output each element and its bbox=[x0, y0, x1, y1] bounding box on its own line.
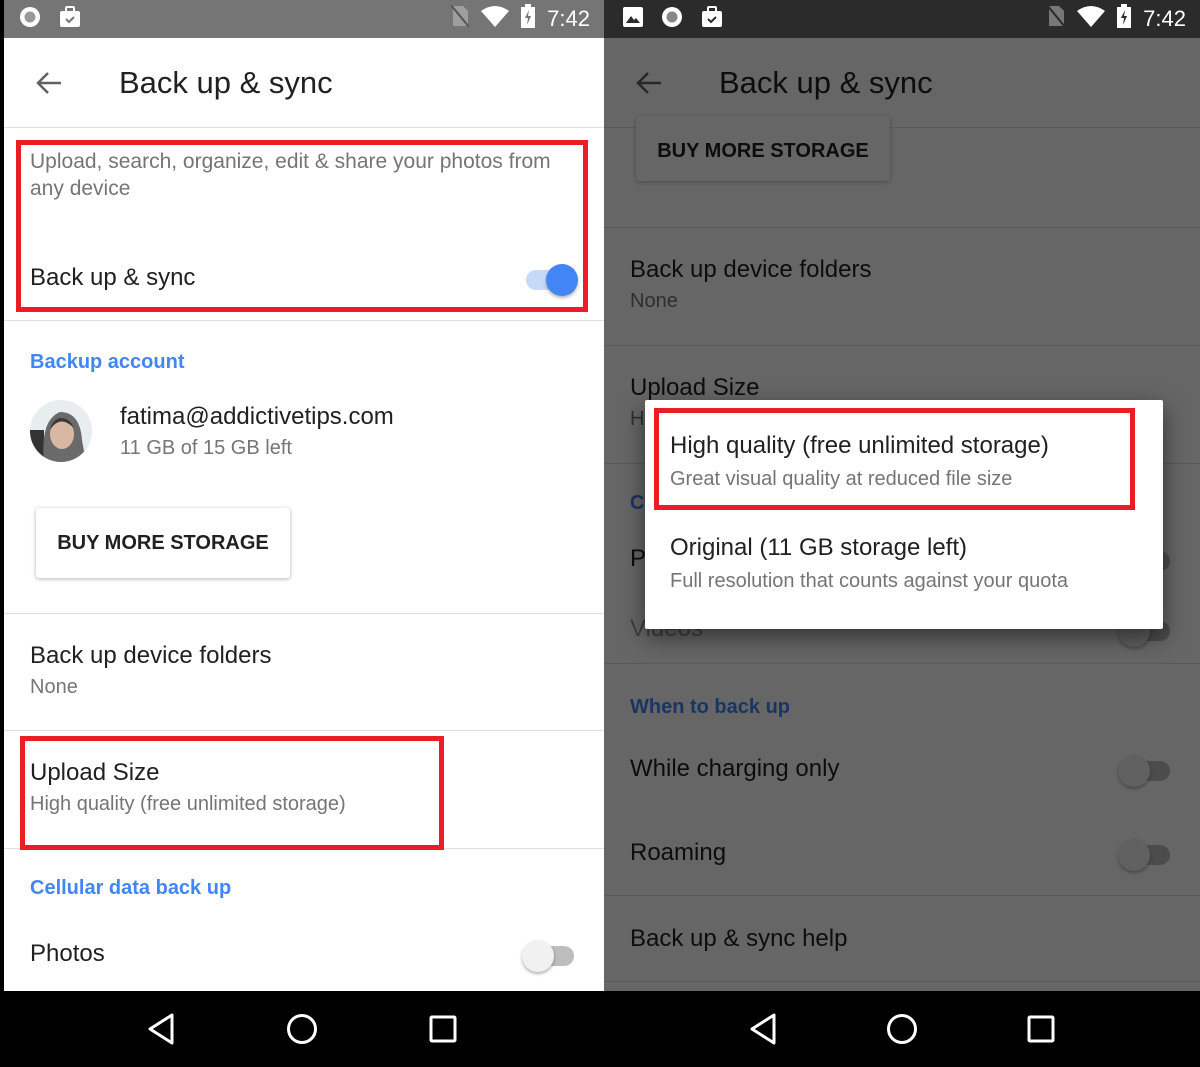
photos-label: Photos bbox=[30, 940, 105, 967]
toggle-thumb bbox=[1118, 754, 1150, 787]
no-sim-icon bbox=[450, 4, 470, 33]
page-title: Back up & sync bbox=[119, 64, 333, 100]
nav-recents-icon[interactable] bbox=[423, 1009, 463, 1049]
record-icon bbox=[660, 5, 684, 34]
account-email: fatima@addictivetips.com bbox=[120, 402, 394, 430]
clipboard-check-icon bbox=[700, 5, 724, 34]
status-bar: 7:42 bbox=[604, 0, 1200, 38]
upload-size-value: High quality (free unlimited storage) bbox=[30, 793, 346, 815]
backup-sync-label: Back up & sync bbox=[30, 264, 196, 291]
description-text: Upload, search, organize, edit & share y… bbox=[30, 150, 551, 200]
status-bar: 7:42 bbox=[4, 0, 604, 38]
roaming-toggle[interactable] bbox=[1118, 833, 1174, 873]
nav-recents-icon[interactable] bbox=[1021, 1009, 1061, 1049]
settings-page-scrolled: Back up & sync BUY MORE STORAGE Back up … bbox=[604, 38, 1200, 991]
cellular-section: Cellular data back up bbox=[4, 849, 604, 909]
page-title: Back up & sync bbox=[719, 64, 933, 100]
upload-size-label: Upload Size bbox=[30, 759, 160, 786]
backup-account-header: Backup account bbox=[30, 351, 185, 373]
account-row[interactable]: fatima@addictivetips.com 11 GB of 15 GB … bbox=[30, 400, 578, 462]
nav-back-icon[interactable] bbox=[141, 1009, 181, 1049]
option-original[interactable]: Original (11 GB storage left) Full resol… bbox=[670, 534, 1138, 593]
back-arrow-icon[interactable] bbox=[34, 68, 64, 98]
wifi-icon bbox=[1077, 5, 1106, 33]
option-subtitle: Great visual quality at reduced file siz… bbox=[670, 468, 1013, 490]
option-title: Original (11 GB storage left) bbox=[670, 534, 968, 561]
nav-back-icon[interactable] bbox=[743, 1009, 783, 1049]
buy-storage-section: BUY MORE STORAGE bbox=[604, 116, 1200, 228]
photos-row[interactable]: Photos bbox=[4, 909, 604, 991]
image-icon bbox=[622, 6, 644, 33]
left-screen: 7:42 Back up & sync Upload, search, orga… bbox=[4, 0, 604, 1067]
clipboard-check-icon bbox=[58, 5, 82, 34]
upload-size-dialog: High quality (free unlimited storage) Gr… bbox=[645, 400, 1163, 629]
buy-more-storage-button[interactable]: BUY MORE STORAGE bbox=[36, 508, 290, 578]
option-title: High quality (free unlimited storage) bbox=[670, 432, 1049, 459]
nav-bar bbox=[4, 991, 604, 1067]
photos-toggle[interactable] bbox=[522, 934, 578, 974]
backup-sync-row[interactable]: Back up & sync bbox=[30, 258, 578, 298]
toggle-thumb bbox=[546, 264, 578, 296]
wifi-icon bbox=[481, 5, 510, 33]
back-arrow-icon[interactable] bbox=[634, 68, 664, 98]
cellular-header: Cellular data back up bbox=[30, 877, 232, 899]
charging-only-label: While charging only bbox=[630, 754, 840, 782]
when-section: When to back up bbox=[604, 664, 1200, 726]
backup-account-section: Backup account fatima@addictivetips.com … bbox=[4, 321, 604, 614]
upload-size-label: Upload Size bbox=[630, 374, 760, 401]
app-toolbar: Back up & sync bbox=[604, 38, 1200, 128]
clock: 7:42 bbox=[1143, 6, 1186, 31]
record-icon bbox=[18, 5, 42, 34]
charging-only-row[interactable]: While charging only bbox=[604, 726, 1200, 811]
app-toolbar: Back up & sync bbox=[4, 38, 604, 128]
upload-size-row[interactable]: Upload Size High quality (free unlimited… bbox=[4, 731, 604, 849]
toggle-thumb bbox=[1118, 839, 1150, 871]
nav-bar bbox=[604, 991, 1200, 1067]
when-header: When to back up bbox=[630, 696, 790, 718]
help-row[interactable]: Back up & sync help bbox=[604, 896, 1200, 982]
device-folders-value: None bbox=[630, 290, 678, 312]
avatar bbox=[30, 400, 92, 462]
device-folders-row[interactable]: Back up device folders None bbox=[4, 614, 604, 731]
roaming-row[interactable]: Roaming bbox=[604, 811, 1200, 896]
no-sim-icon bbox=[1046, 4, 1066, 33]
option-high-quality[interactable]: High quality (free unlimited storage) Gr… bbox=[670, 432, 1138, 491]
battery-charging-icon bbox=[521, 4, 536, 34]
option-subtitle: Full resolution that counts against your… bbox=[670, 570, 1069, 592]
nav-home-icon[interactable] bbox=[282, 1009, 322, 1049]
settings-page: Back up & sync Upload, search, organize,… bbox=[4, 38, 604, 991]
roaming-label: Roaming bbox=[630, 839, 727, 866]
device-folders-value: None bbox=[30, 676, 78, 698]
device-folders-label: Back up device folders bbox=[630, 256, 872, 283]
backup-sync-section: Upload, search, organize, edit & share y… bbox=[4, 128, 604, 321]
device-folders-row[interactable]: Back up device folders None bbox=[604, 228, 1200, 346]
right-screen: 7:42 Back up & sync BUY MORE STORAGE Bac… bbox=[604, 0, 1200, 1067]
toggle-thumb bbox=[522, 940, 554, 972]
buy-more-storage-button[interactable]: BUY MORE STORAGE bbox=[636, 116, 890, 181]
clock: 7:42 bbox=[547, 6, 590, 31]
backup-sync-toggle[interactable] bbox=[522, 258, 578, 298]
account-storage: 11 GB of 15 GB left bbox=[120, 436, 292, 459]
help-label: Back up & sync help bbox=[630, 924, 848, 952]
nav-home-icon[interactable] bbox=[882, 1009, 922, 1049]
charging-only-toggle[interactable] bbox=[1118, 749, 1174, 789]
device-folders-label: Back up device folders bbox=[30, 642, 272, 669]
battery-charging-icon bbox=[1117, 4, 1132, 34]
